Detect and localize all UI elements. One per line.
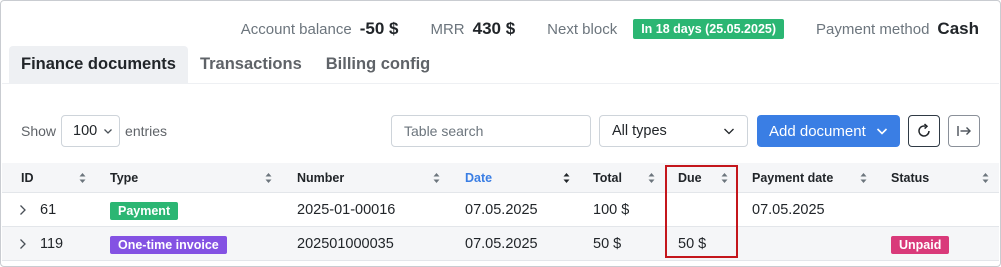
add-document-label: Add document (769, 122, 866, 140)
payment-method-label: Payment method (816, 20, 930, 38)
table-row[interactable]: 119 One-time invoice 202501000035 07.05.… (2, 227, 999, 261)
balance-label: Account balance (240, 20, 352, 38)
sort-icon[interactable] (648, 172, 655, 184)
export-button[interactable] (948, 115, 980, 147)
column-header-id[interactable]: ID (21, 163, 34, 193)
column-header-type[interactable]: Type (110, 163, 138, 193)
sort-icon[interactable] (79, 172, 86, 184)
entries-select[interactable]: 100 (61, 115, 121, 147)
cell-total: 50 $ (593, 236, 622, 252)
refresh-button[interactable] (908, 115, 940, 147)
table-search (391, 115, 591, 147)
column-header-due[interactable]: Due (678, 163, 702, 193)
cell-id: 61 (40, 202, 57, 218)
sort-icon[interactable] (721, 172, 728, 184)
cell-id: 119 (40, 236, 64, 252)
chevron-right-icon[interactable] (19, 204, 27, 216)
tab-finance-documents[interactable]: Finance documents (9, 46, 188, 83)
sort-icon[interactable] (433, 172, 440, 184)
sort-icon[interactable] (563, 172, 570, 184)
cell-date: 07.05.2025 (465, 202, 538, 218)
mrr-value: 430 $ (472, 19, 516, 38)
cell-total: 100 $ (593, 202, 630, 218)
sort-icon[interactable] (982, 172, 989, 184)
entries-label: entries (125, 123, 168, 139)
payment-method-value: Cash (937, 19, 979, 38)
column-header-total[interactable]: Total (593, 163, 622, 193)
entries-value: 100 (73, 123, 98, 139)
search-input[interactable] (404, 123, 585, 139)
sort-icon[interactable] (265, 172, 272, 184)
next-block-label: Next block (547, 20, 618, 38)
export-icon (957, 126, 971, 136)
column-header-date[interactable]: Date (465, 163, 492, 193)
refresh-icon (918, 123, 930, 137)
tab-divider (2, 83, 999, 84)
cell-number: 202501000035 (297, 236, 394, 252)
tab-bar: Finance documents Transactions Billing c… (9, 46, 442, 83)
table-header: ID Type Number Date Total Due Payment da… (2, 163, 999, 193)
column-header-number[interactable]: Number (297, 163, 344, 193)
cell-due: 50 $ (678, 236, 707, 252)
table-row[interactable]: 61 Payment 2025-01-00016 07.05.2025 100 … (2, 193, 999, 227)
type-filter-value: All types (612, 123, 667, 139)
type-filter-select[interactable]: All types (599, 115, 748, 147)
column-header-payment-date[interactable]: Payment date (752, 163, 833, 193)
cell-date: 07.05.2025 (465, 236, 538, 252)
tab-transactions[interactable]: Transactions (188, 46, 314, 83)
account-summary: Account balance -50 $ MRR 430 $ Next blo… (241, 18, 979, 40)
show-label: Show (21, 123, 57, 139)
next-block-badge: In 18 days (25.05.2025) (633, 19, 785, 39)
entries-control: Show 100 entries (21, 115, 167, 147)
cell-payment-date: 07.05.2025 (752, 202, 825, 218)
type-badge: One-time invoice (110, 236, 227, 254)
tab-billing-config[interactable]: Billing config (314, 46, 443, 83)
sort-icon[interactable] (860, 172, 867, 184)
mrr-label: MRR (430, 20, 465, 38)
chevron-down-icon (104, 129, 112, 134)
chevron-down-icon (876, 128, 888, 135)
column-header-status[interactable]: Status (891, 163, 929, 193)
balance-value: -50 $ (359, 19, 399, 38)
finance-panel: Account balance -50 $ MRR 430 $ Next blo… (0, 0, 1001, 267)
status-badge: Unpaid (891, 236, 950, 254)
add-document-button[interactable]: Add document (757, 115, 900, 147)
chevron-down-icon (724, 128, 734, 135)
type-badge: Payment (110, 202, 179, 220)
cell-number: 2025-01-00016 (297, 202, 396, 218)
chevron-right-icon[interactable] (19, 238, 27, 250)
